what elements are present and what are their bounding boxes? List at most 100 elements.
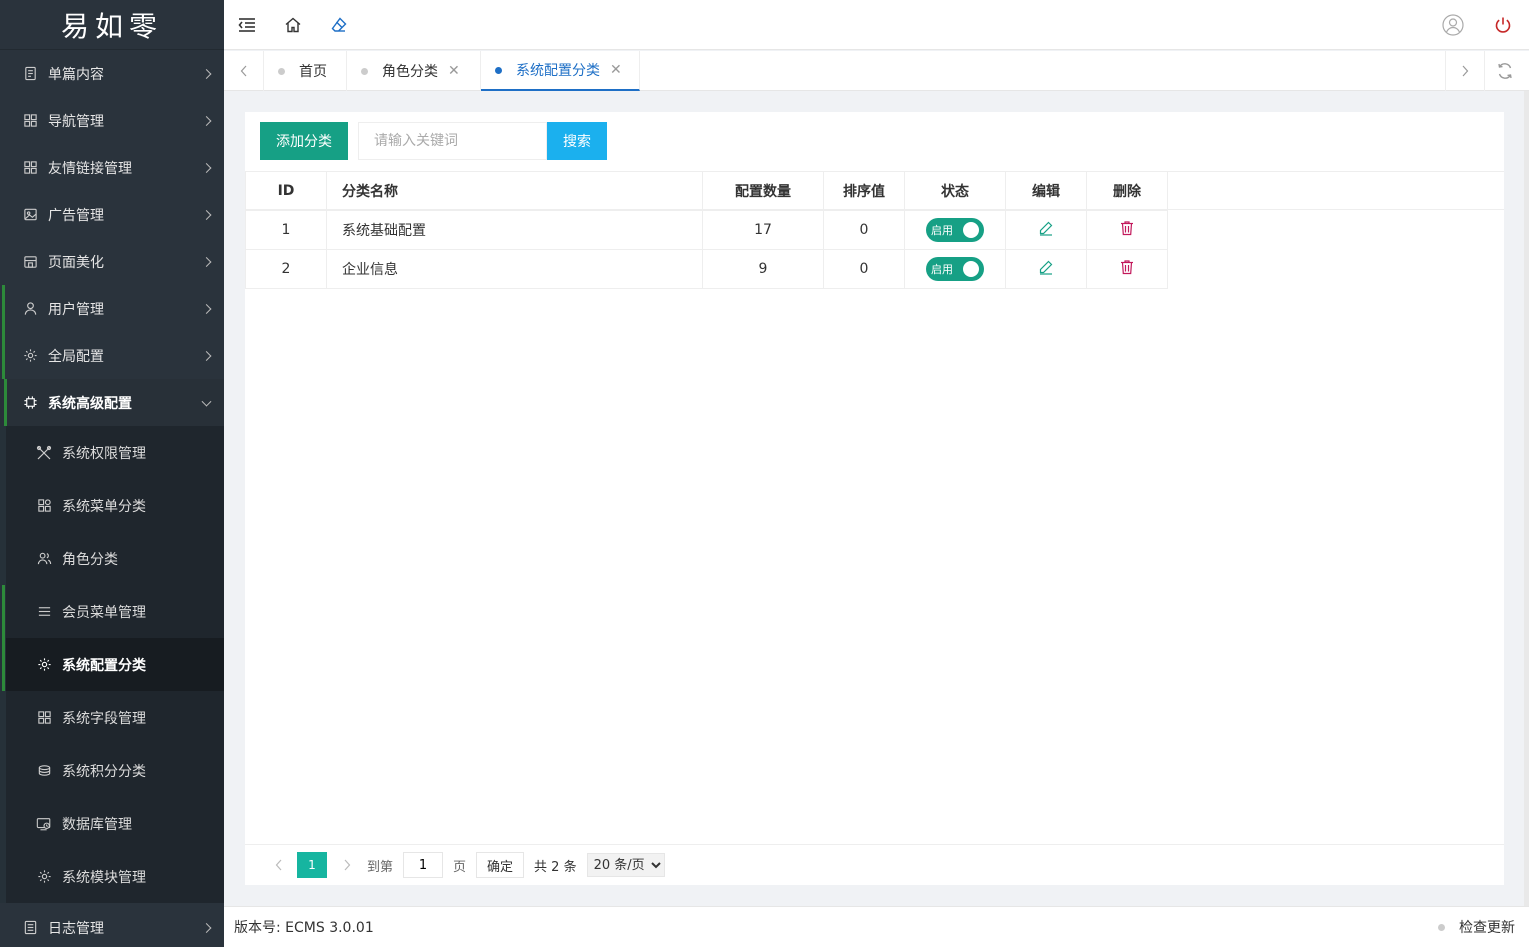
sidebar-item-label: 日志管理	[48, 920, 104, 937]
sidebar-item-navigation[interactable]: 导航管理	[0, 97, 224, 144]
content-panel: 添加分类 搜索 ID 分类名称 配置数量 排序值 状态 编辑 删除 1 系统基础…	[245, 112, 1504, 885]
sidebar-item-label: 系统菜单分类	[62, 498, 146, 515]
chevron-right-icon	[201, 256, 212, 267]
sidebar-item-config-category[interactable]: 系统配置分类	[2, 638, 224, 691]
status-toggle[interactable]: 启用	[926, 218, 984, 242]
cell-status: 启用	[904, 210, 1006, 250]
chevron-right-icon	[201, 303, 212, 314]
sidebar-item-label: 系统配置分类	[62, 657, 146, 674]
scrollbar[interactable]	[1524, 91, 1529, 906]
table-header-row: ID 分类名称 配置数量 排序值 状态 编辑 删除	[245, 171, 1168, 211]
sidebar-item-modules[interactable]: 系统模块管理	[6, 850, 224, 903]
sidebar-item-friend-links[interactable]: 友情链接管理	[0, 144, 224, 191]
cell-status: 启用	[904, 249, 1006, 289]
add-category-button[interactable]: 添加分类	[260, 122, 348, 160]
sidebar-item-label: 友情链接管理	[48, 160, 132, 177]
sidebar-item-member-menu[interactable]: 会员菜单管理	[2, 585, 224, 638]
category-table: ID 分类名称 配置数量 排序值 状态 编辑 删除 1 系统基础配置 17 0 …	[245, 171, 1168, 289]
page-size-select[interactable]: 20 条/页	[586, 853, 665, 877]
close-icon[interactable]: ✕	[610, 62, 622, 78]
page-number-input[interactable]	[403, 852, 444, 878]
sidebar-item-single-content[interactable]: 单篇内容	[0, 50, 224, 97]
close-icon[interactable]: ✕	[448, 63, 460, 79]
col-id: ID	[245, 171, 327, 211]
chevron-right-icon	[201, 350, 212, 361]
top-header	[224, 0, 1529, 50]
status-toggle-label: 启用	[931, 263, 953, 276]
sidebar-item-label: 单篇内容	[48, 66, 104, 83]
sidebar-item-fields[interactable]: 系统字段管理	[6, 691, 224, 744]
col-name: 分类名称	[326, 171, 703, 211]
sidebar-item-logs[interactable]: 日志管理	[0, 904, 224, 947]
col-count: 配置数量	[702, 171, 824, 211]
sidebar-item-page-style[interactable]: 页面美化	[0, 238, 224, 285]
sidebar-bottom: 日志管理	[0, 904, 224, 947]
tab-dot	[278, 67, 285, 75]
gear-icon	[36, 869, 52, 885]
trash-icon[interactable]	[1119, 221, 1135, 240]
collapse-menu-icon[interactable]	[235, 13, 259, 37]
status-toggle[interactable]: 启用	[926, 257, 984, 281]
tab-config-category[interactable]: 系统配置分类 ✕	[481, 51, 640, 91]
power-icon[interactable]	[1491, 13, 1515, 37]
avatar-icon[interactable]	[1441, 13, 1465, 37]
grid-icon	[22, 113, 38, 129]
chevron-right-icon	[201, 115, 212, 126]
tab-label: 系统配置分类	[516, 63, 600, 79]
cell-edit	[1005, 249, 1087, 289]
sidebar-item-advanced-config[interactable]: 系统高级配置	[0, 379, 224, 426]
logo: 易如零	[0, 0, 224, 50]
sidebar-item-points[interactable]: 系统积分分类	[6, 744, 224, 797]
sidebar-item-database[interactable]: 数据库管理	[6, 797, 224, 850]
update-dot	[1438, 923, 1445, 931]
trash-icon[interactable]	[1119, 260, 1135, 279]
chevron-right-icon	[201, 162, 212, 173]
sidebar-item-menu-category[interactable]: 系统菜单分类	[6, 479, 224, 532]
tab-roles[interactable]: 角色分类 ✕	[347, 51, 481, 91]
chevron-right-icon	[201, 68, 212, 79]
eraser-icon[interactable]	[327, 13, 351, 37]
tab-scroll-left[interactable]	[224, 51, 264, 91]
table-row: 1 系统基础配置 17 0 启用	[245, 210, 1168, 250]
coins-icon	[36, 763, 52, 779]
search-button[interactable]: 搜索	[547, 122, 607, 160]
sidebar-item-label: 页面美化	[48, 254, 104, 271]
tab-label: 角色分类	[382, 64, 438, 80]
edit-icon[interactable]	[1038, 260, 1054, 279]
sidebar-item-label: 导航管理	[48, 113, 104, 130]
sidebar-item-label: 数据库管理	[62, 816, 132, 833]
search-input[interactable]	[358, 122, 547, 160]
tools-icon	[36, 445, 52, 461]
status-toggle-label: 启用	[931, 224, 953, 237]
tab-dot	[495, 66, 502, 74]
refresh-icon	[1498, 63, 1512, 79]
toolbar: 添加分类 搜索	[260, 122, 607, 160]
store-icon	[22, 254, 38, 270]
page-unit-label: 页	[453, 859, 467, 875]
prev-page-icon[interactable]	[265, 852, 293, 878]
chip-icon	[22, 395, 38, 411]
confirm-page-button[interactable]: 确定	[476, 852, 525, 878]
sidebar-item-ads[interactable]: 广告管理	[0, 191, 224, 238]
tab-home[interactable]: 首页	[264, 51, 347, 91]
sidebar-item-label: 系统权限管理	[62, 445, 146, 462]
sidebar-item-users[interactable]: 用户管理	[0, 285, 224, 332]
grid-icon	[22, 160, 38, 176]
tab-dot	[361, 67, 368, 75]
document-icon	[22, 66, 38, 82]
sidebar-item-label: 用户管理	[48, 301, 104, 318]
menu-icon	[36, 604, 52, 620]
check-update-label: 检查更新	[1459, 920, 1515, 936]
sidebar-item-roles[interactable]: 角色分类	[6, 532, 224, 585]
tab-scroll-right[interactable]	[1445, 51, 1485, 91]
next-page-icon[interactable]	[333, 852, 361, 878]
edit-icon[interactable]	[1038, 221, 1054, 240]
sidebar-item-permissions[interactable]: 系统权限管理	[6, 426, 224, 479]
home-icon[interactable]	[281, 13, 305, 37]
sidebar-item-global-config[interactable]: 全局配置	[0, 332, 224, 379]
refresh-button[interactable]	[1485, 51, 1525, 91]
check-update-link[interactable]: 检查更新	[1438, 917, 1515, 937]
toggle-knob	[963, 222, 979, 238]
current-page[interactable]: 1	[297, 852, 327, 878]
sidebar: 易如零 单篇内容 导航管理 友情链接管理 广告管理 页面美化 用户管理 全局配置…	[0, 0, 224, 947]
